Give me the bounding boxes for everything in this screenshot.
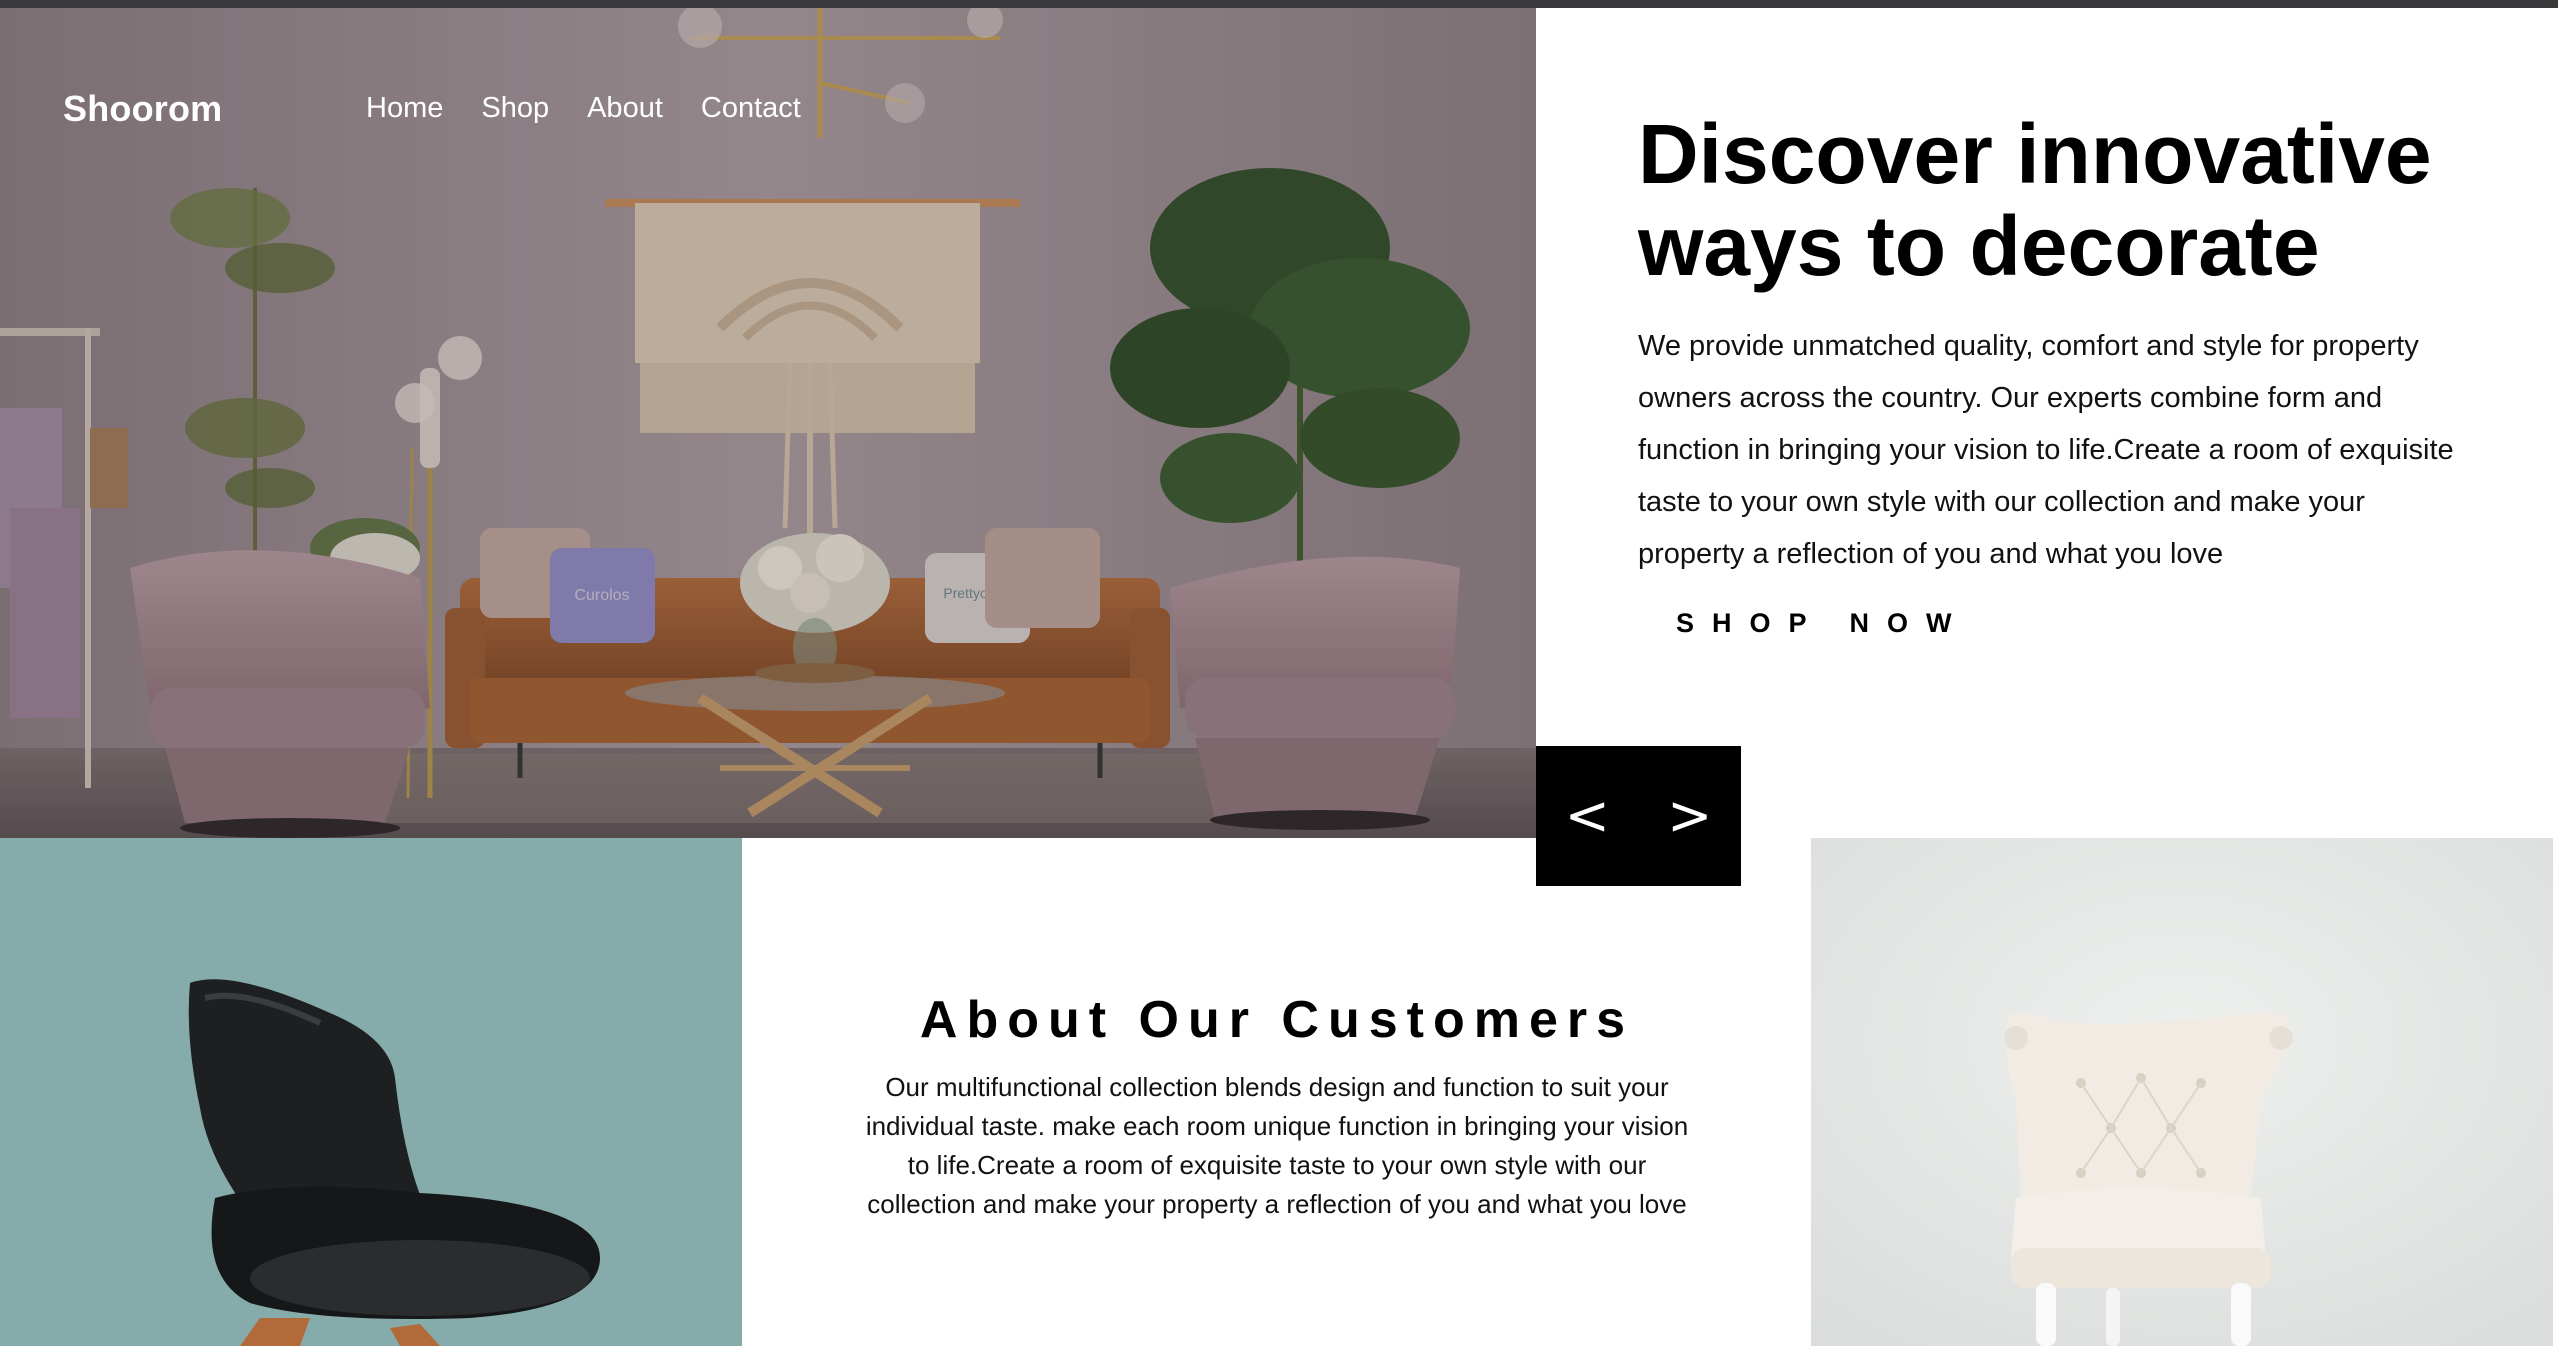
hero-description: We provide unmatched quality, comfort an… xyxy=(1638,330,2454,570)
nav-home[interactable]: Home xyxy=(366,92,443,125)
browser-top-strip xyxy=(0,0,2558,8)
shop-now-button[interactable]: SHOP NOW xyxy=(1676,608,1970,639)
nav-shop[interactable]: Shop xyxy=(481,92,549,125)
about-text: Our multifunctional collection blends de… xyxy=(865,1072,1689,1219)
slider-prev-button[interactable]: < xyxy=(1547,789,1628,843)
hero-image: Curolos Prettyoskin Shoorom Home Shop Ab… xyxy=(0,8,1536,838)
slider-next-button[interactable]: > xyxy=(1649,789,1730,843)
about-title: About Our Customers xyxy=(919,991,1635,1049)
white-chair-image xyxy=(1811,838,2553,1346)
main-nav: Home Shop About Contact xyxy=(366,92,801,125)
black-chair-image xyxy=(0,838,742,1346)
brand-logo[interactable]: Shoorom xyxy=(63,88,222,130)
page: Curolos Prettyoskin Shoorom Home Shop Ab… xyxy=(0,0,2558,1346)
nav-contact[interactable]: Contact xyxy=(701,92,801,125)
slider-controls: < > xyxy=(1536,746,1741,886)
hero-title: Discover innovative ways to decorate xyxy=(1638,107,2432,293)
nav-about[interactable]: About xyxy=(587,92,663,125)
